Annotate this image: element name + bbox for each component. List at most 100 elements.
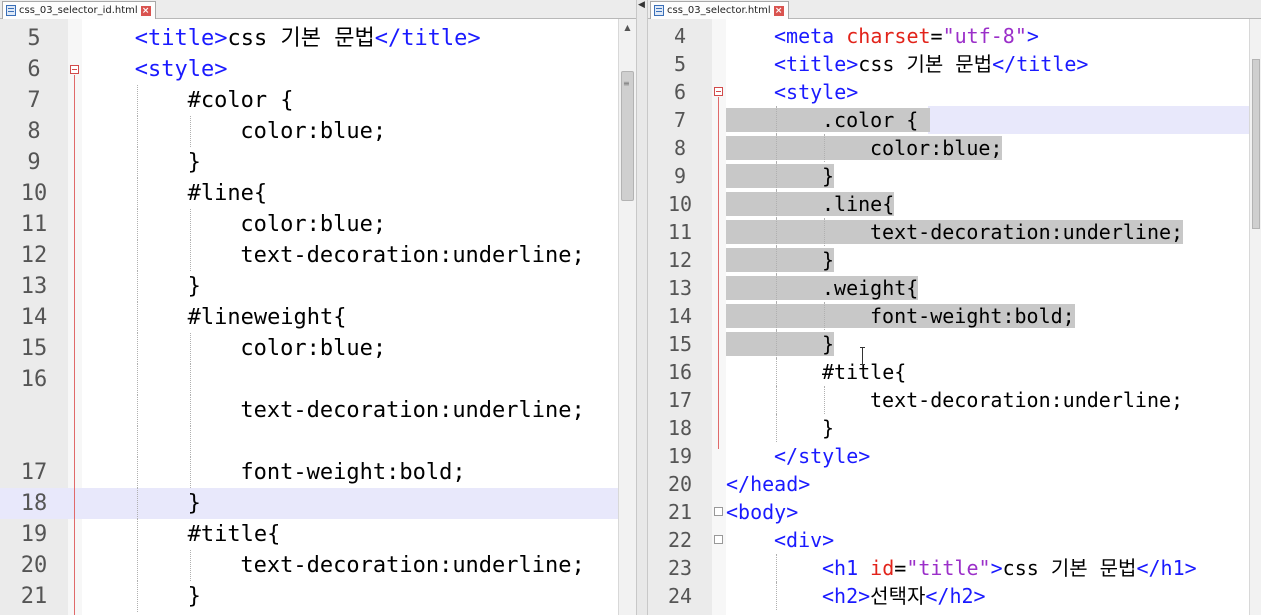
code-line[interactable]: 16 [0,364,636,395]
code-token-tag: <style> [774,80,859,104]
code-token-plain: } [822,416,835,440]
fold-toggle-icon[interactable] [714,87,723,96]
line-number: 19 [667,444,693,468]
indent-guide [189,426,191,457]
code-text: #title{ [726,358,906,386]
code-line[interactable]: 17 font-weight:bold; [0,457,636,488]
code-token-plain: } [822,164,835,188]
line-number: 6 [673,80,687,104]
code-text: } [726,414,834,442]
code-line[interactable]: 9} [648,162,1261,190]
code-line[interactable]: 7 #color { [0,85,636,116]
code-text: #line{ [82,178,267,209]
fold-toggle-icon[interactable] [70,65,79,74]
code-line[interactable]: 5 <title>css 기본 문법</title> [0,23,636,54]
code-text: <body> [726,498,798,526]
code-line[interactable]: 20 text-decoration:underline; [0,550,636,581]
code-line[interactable]: 21 <body> [648,498,1261,526]
code-line[interactable]: 22 <div> [648,526,1261,554]
code-line[interactable]: 11 text-decoration:underline; [648,218,1261,246]
code-line[interactable]: 10 .line{ [648,190,1261,218]
line-number: 17 [20,460,48,485]
code-line[interactable]: 15} [648,330,1261,358]
code-line[interactable]: 8 color:blue; [648,134,1261,162]
code-token-tag: </title> [992,52,1089,76]
code-text: #color { [82,85,294,116]
pane-splitter[interactable]: ◀ [636,0,648,615]
indent-guide [136,302,138,333]
code-line[interactable]: 24 <h2>선택자</h2> [648,582,1261,610]
code-line[interactable]: 20 </head> [648,470,1261,498]
code-text: } [726,330,835,358]
code-line[interactable]: 18} [648,414,1261,442]
code-tokens: #color { [188,88,294,113]
left-editor-pane: css_03_selector_id.html × 5 <title>css 기본… [0,0,636,615]
code-line[interactable]: 16 #title{ [648,358,1261,386]
scroll-thumb[interactable] [621,71,634,201]
code-token-tag: <meta [774,24,847,48]
line-number: 17 [667,388,693,412]
indent-guide [189,395,191,426]
code-line[interactable]: 4 <meta charset="utf-8"> [648,22,1261,50]
code-token-plain: } [187,584,201,609]
code-line[interactable]: 12 text-decoration:underline; [0,240,636,271]
code-line[interactable]: 19 </style> [648,442,1261,470]
vertical-scrollbar[interactable]: ▲ ≡ [618,19,636,615]
code-tokens: } [822,416,834,440]
scroll-grip-icon: ≡ [623,79,630,88]
code-line[interactable]: 17 text-decoration:underline; [648,386,1261,414]
code-token-str: "title" [906,556,991,580]
code-text: text-decoration:underline; [726,386,1183,414]
code-token-plain: css 기본 문법 [227,26,375,51]
code-text: color:blue; [82,333,386,364]
code-line[interactable]: 6 <style> [0,54,636,85]
code-token-tag: <style> [134,57,228,82]
fold-toggle-icon[interactable] [714,535,723,544]
code-tokens: .weight{ [726,276,919,300]
code-line[interactable]: 12} [648,246,1261,274]
code-line[interactable]: 21} [0,581,636,612]
close-icon[interactable]: × [773,5,784,16]
code-line[interactable]: 19 #title{ [0,519,636,550]
line-number: 20 [667,472,693,496]
code-text: <style> [726,78,858,106]
code-line[interactable]: 13 .weight{ [648,274,1261,302]
code-line[interactable]: 18} [0,488,636,519]
code-line[interactable]: 13} [0,271,636,302]
code-line[interactable]: 14 #lineweight{ [0,302,636,333]
line-number: 11 [667,220,693,244]
vertical-scrollbar[interactable] [1249,19,1261,615]
close-icon[interactable]: × [140,5,151,16]
code-token-tag: <div> [774,528,835,552]
code-tokens: text-decoration:underline; [240,398,584,423]
fold-toggle-icon[interactable] [714,507,723,516]
code-line[interactable]: text-decoration:underline; [0,395,636,426]
code-line[interactable] [0,426,636,457]
code-line[interactable]: 10 #line{ [0,178,636,209]
tab-css-03-selector-id[interactable]: css_03_selector_id.html × [2,1,156,19]
code-tokens: text-decoration:underline; [726,220,1184,244]
indent-guide [136,147,138,178]
code-token-plain: text-decoration:underline; [870,388,1184,412]
code-line[interactable]: 14 font-weight:bold; [648,302,1261,330]
code-line[interactable]: 11 color:blue; [0,209,636,240]
code-line[interactable]: 15 color:blue; [0,333,636,364]
code-line[interactable]: 9} [0,147,636,178]
scroll-up-arrow-icon[interactable]: ▲ [619,19,636,36]
indent-guide [136,116,138,147]
tab-css-03-selector[interactable]: css_03_selector.html × [650,1,789,19]
code-line[interactable]: 6 <style> [648,78,1261,106]
code-tokens: color:blue; [240,212,386,237]
line-number: 6 [27,57,41,82]
line-number: 23 [667,556,693,580]
code-token-tag: </title> [374,26,481,51]
code-line[interactable]: 8 color:blue; [0,116,636,147]
code-line[interactable]: 5 <title>css 기본 문법</title> [648,50,1261,78]
code-line[interactable]: 7 .color { [648,106,1261,134]
code-line[interactable]: 23 <h1 id="title">css 기본 문법</h1> [648,554,1261,582]
scroll-thumb[interactable] [1252,59,1260,229]
code-token-plain: css 기본 문법 [1002,556,1137,580]
line-number: 11 [20,212,48,237]
line-number: 8 [27,119,41,144]
line-number: 16 [667,360,693,384]
